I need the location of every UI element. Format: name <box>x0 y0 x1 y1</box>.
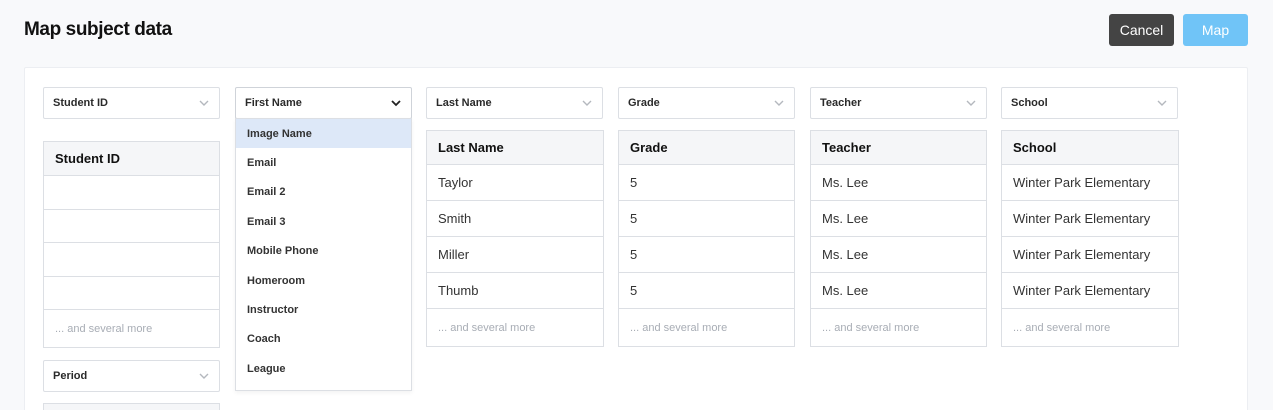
field-options-dropdown: Image Name Email Email 2 Email 3 Mobile … <box>235 118 412 391</box>
select-last-name[interactable]: Last Name <box>426 87 603 119</box>
column-preview-teacher: Teacher Ms. Lee Ms. Lee Ms. Lee Ms. Lee … <box>810 130 987 347</box>
column-cell <box>44 176 219 210</box>
chevron-down-icon <box>1157 100 1167 106</box>
dropdown-option-coach[interactable]: Coach <box>236 325 411 354</box>
select-label: Teacher <box>820 97 862 109</box>
more-rows-note: ... and several more <box>55 322 153 335</box>
chevron-down-icon <box>199 373 209 379</box>
select-label: School <box>1011 97 1048 109</box>
chevron-down-icon <box>582 100 592 106</box>
column-cell: Winter Park Elementary <box>1002 273 1178 309</box>
column-cell: Winter Park Elementary <box>1002 165 1178 201</box>
column-cell: 5 <box>619 237 794 273</box>
column-preview-grade: Grade 5 5 5 5 ... and several more <box>618 130 795 347</box>
dropdown-option-homeroom[interactable]: Homeroom <box>236 266 411 295</box>
dropdown-option-email[interactable]: Email <box>236 148 411 177</box>
column-cell: Thumb <box>427 273 603 309</box>
column-cell: 5 <box>619 201 794 237</box>
select-label: Last Name <box>436 97 492 109</box>
select-school[interactable]: School <box>1001 87 1178 119</box>
more-rows-note: ... and several more <box>630 321 728 334</box>
column-cell: Winter Park Elementary <box>1002 237 1178 273</box>
column-cell <box>44 277 219 310</box>
column-cell <box>44 243 219 277</box>
column-preview-period <box>43 403 220 410</box>
chevron-down-icon <box>391 100 401 107</box>
column-cell: Miller <box>427 237 603 273</box>
column-preview-school: School Winter Park Elementary Winter Par… <box>1001 130 1179 347</box>
column-cell <box>44 210 219 243</box>
cancel-button[interactable]: Cancel <box>1109 14 1174 46</box>
map-button[interactable]: Map <box>1183 14 1248 46</box>
dropdown-option-image-name[interactable]: Image Name <box>236 119 411 149</box>
column-cell: 5 <box>619 165 794 201</box>
dropdown-option-league[interactable]: League <box>236 354 411 383</box>
select-label: Student ID <box>53 97 108 109</box>
dropdown-option-instructor[interactable]: Instructor <box>236 295 411 324</box>
column-header: Student ID <box>44 142 219 176</box>
dropdown-option-mobile-phone[interactable]: Mobile Phone <box>236 237 411 266</box>
select-first-name[interactable]: First Name <box>235 87 412 119</box>
select-label: First Name <box>245 97 302 109</box>
chevron-down-icon <box>966 100 976 106</box>
column-header: Teacher <box>811 131 986 165</box>
column-cell: Ms. Lee <box>811 201 986 237</box>
more-rows-note: ... and several more <box>822 321 920 334</box>
select-teacher[interactable]: Teacher <box>810 87 987 119</box>
more-rows-note: ... and several more <box>438 321 536 334</box>
column-cell: Ms. Lee <box>811 165 986 201</box>
column-header: Last Name <box>427 131 603 165</box>
chevron-down-icon <box>774 100 784 106</box>
select-label: Grade <box>628 97 660 109</box>
select-period[interactable]: Period <box>43 360 220 392</box>
column-preview-last-name: Last Name Taylor Smith Miller Thumb ... … <box>426 130 604 347</box>
column-preview-student-id: Student ID ... and several more <box>43 141 220 348</box>
column-cell: Taylor <box>427 165 603 201</box>
column-cell: Winter Park Elementary <box>1002 201 1178 237</box>
dropdown-option-email-2[interactable]: Email 2 <box>236 178 411 207</box>
column-header: Grade <box>619 131 794 165</box>
page-title: Map subject data <box>24 19 172 40</box>
more-rows-note: ... and several more <box>1013 321 1111 334</box>
dropdown-option-email-3[interactable]: Email 3 <box>236 207 411 236</box>
chevron-down-icon <box>199 100 209 106</box>
column-cell: Ms. Lee <box>811 237 986 273</box>
select-grade[interactable]: Grade <box>618 87 795 119</box>
column-header: School <box>1002 131 1178 165</box>
column-cell: 5 <box>619 273 794 309</box>
column-cell: Ms. Lee <box>811 273 986 309</box>
select-label: Period <box>53 370 88 382</box>
column-cell: Smith <box>427 201 603 237</box>
select-student-id[interactable]: Student ID <box>43 87 220 119</box>
